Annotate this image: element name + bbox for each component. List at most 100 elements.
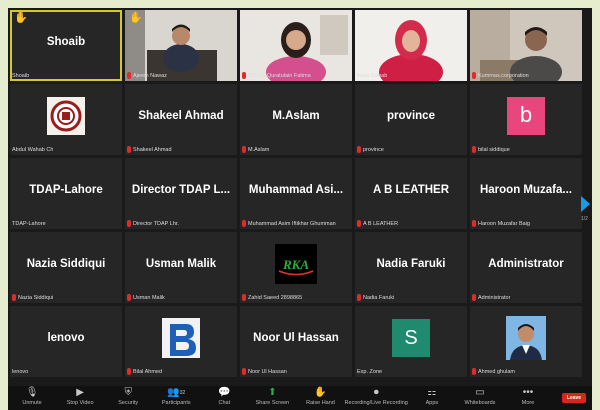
page-indicator: 1/2	[581, 216, 588, 222]
microphone-icon: 🎙	[25, 387, 39, 398]
participant-name: Noor Ul Hassan	[248, 368, 287, 375]
participant-tile[interactable]: Nadia Faruki Nadia Faruki	[355, 232, 467, 303]
participant-name-label: province	[357, 146, 384, 153]
participant-name: TDAP-Lahore	[12, 221, 46, 227]
participant-name: Shoaib	[12, 73, 30, 79]
muted-mic-icon	[127, 294, 131, 301]
unmute-button[interactable]: 🎙 Unmute	[8, 386, 56, 410]
participant-display-name: Shoaib	[46, 36, 86, 48]
participant-tile[interactable]: RKA Zahid Saeed 2898865	[240, 232, 352, 303]
participant-tile[interactable]: Nazia Siddiqui Nazia Siddiqui	[10, 232, 122, 303]
participant-tile[interactable]: S Exp. Zone	[355, 306, 467, 377]
participant-tile[interactable]: Administrator Administrator	[470, 232, 582, 303]
participant-name-label: Noor Ul Hassan	[242, 368, 287, 375]
participant-tile[interactable]: Director TDAP L... Director TDAP Lhr.	[125, 158, 237, 229]
participant-tile[interactable]: Ahmed ghulam	[470, 306, 582, 377]
muted-mic-icon	[12, 294, 16, 301]
muted-mic-icon	[472, 72, 476, 79]
raised-hand-icon: ✋	[14, 12, 28, 24]
more-button[interactable]: ••• More	[504, 386, 552, 410]
participant-name-label: Nadia Faruki	[357, 294, 394, 301]
participant-tile[interactable]: M.Aslam M.Aslam	[240, 84, 352, 155]
participant-tile[interactable]: A B LEATHER A B LEATHER	[355, 158, 467, 229]
muted-mic-icon	[472, 220, 476, 227]
stop-video-button[interactable]: ▶ Stop Video	[56, 386, 104, 410]
leave-button[interactable]: Leave	[562, 393, 586, 403]
muted-mic-icon	[242, 294, 246, 301]
participant-display-name: A B LEATHER	[372, 184, 450, 196]
participant-name-label: Zahid Saeed 2898865	[242, 294, 302, 301]
participant-name-label: Ajeem Nawaz	[127, 72, 167, 79]
participant-tile[interactable]: Abdul Wahab Ch	[10, 84, 122, 155]
participant-name: Ajeem Nawaz	[133, 72, 167, 79]
raised-hand-icon: ✋	[129, 12, 143, 24]
participant-tile[interactable]: lenovo lenovo	[10, 306, 122, 377]
participant-tile[interactable]: Muhammad Asi... Muhammad Asim Iftikhar G…	[240, 158, 352, 229]
participant-name-label: bilal siddique	[472, 146, 510, 153]
next-page-button[interactable]: 1/2	[581, 194, 592, 234]
participant-name: Kummas.corporation	[478, 72, 529, 79]
participant-count: 32	[179, 390, 186, 396]
muted-mic-icon	[127, 368, 131, 375]
participant-tile[interactable]: b bilal siddique	[470, 84, 582, 155]
participant-name-label: lenovo	[12, 369, 28, 375]
participant-tile[interactable]: Haroon Muzafa... Haroon Muzafar Baig	[470, 158, 582, 229]
participant-name: bilal siddique	[478, 146, 510, 153]
participant-tile[interactable]: TDAP-Lahore TDAP-Lahore	[10, 158, 122, 229]
toolbar-label: Raise Hand	[306, 400, 335, 406]
participant-tile[interactable]: ✋ Shoaib Shoaib	[10, 10, 122, 81]
participant-name-label: Haroon Muzafar Baig	[472, 220, 530, 227]
muted-mic-icon	[242, 72, 246, 79]
participant-tile[interactable]: province province	[355, 84, 467, 155]
chat-icon: 💬	[218, 387, 231, 398]
whiteboards-button[interactable]: ▭ Whiteboards	[456, 386, 504, 410]
participant-video	[355, 10, 467, 81]
participants-button[interactable]: 👥32 Participants	[152, 386, 200, 410]
participant-display-name: lenovo	[47, 332, 85, 344]
participant-display-name: TDAP-Lahore	[29, 184, 103, 196]
security-button[interactable]: ⛨ Security	[104, 386, 152, 410]
share-screen-icon: ⬆	[268, 387, 277, 398]
toolbar-label: Apps	[425, 400, 439, 406]
muted-mic-icon	[472, 368, 476, 375]
participant-tile[interactable]: Shakeel Ahmad Shakeel Ahmad	[125, 84, 237, 155]
raise-hand-button[interactable]: ✋ Raise Hand	[296, 386, 344, 410]
toolbar-label: Recording/Live Recording	[344, 400, 408, 406]
chat-button[interactable]: 💬 Chat	[200, 386, 248, 410]
chevron-right-icon	[581, 196, 590, 212]
participant-name: Ahmed ghulam	[478, 368, 515, 375]
participant-display-name: Haroon Muzafa...	[479, 184, 572, 196]
participant-name-label: Director TDAP Lhr.	[127, 220, 179, 227]
participant-tile[interactable]: Usman Malik Usman Malik	[125, 232, 237, 303]
participant-name: M.Aslam	[248, 146, 270, 153]
participant-name-label: Shakeel Ahmad	[127, 146, 172, 153]
participant-name: Nadia Faruki	[363, 294, 395, 301]
participant-name: TIC LA-Quratulain Fatima	[248, 72, 311, 79]
participant-tile[interactable]: Bilal Ahmed	[125, 306, 237, 377]
toolbar-label: Share Screen	[255, 400, 290, 406]
participant-name-label: Kummas.corporation	[472, 72, 529, 79]
toolbar-label: Chat	[218, 400, 231, 406]
participant-tile[interactable]: TIC LA-Quratulain Fatima	[240, 10, 352, 81]
apps-button[interactable]: ⚏ Apps	[408, 386, 456, 410]
muted-mic-icon	[127, 72, 131, 79]
participant-display-name: Director TDAP L...	[131, 184, 231, 196]
toolbar-label: Stop Video	[66, 400, 94, 406]
participant-tile[interactable]: Noor Ul Hassan Noor Ul Hassan	[240, 306, 352, 377]
shield-icon: ⛨	[124, 387, 132, 398]
participant-name-label: Muhammad Asim Iftikhar Ghumman	[242, 220, 336, 227]
recording-button[interactable]: ⏺ Recording/Live Recording	[345, 386, 408, 410]
participant-tile[interactable]: Kummas.corporation	[470, 10, 582, 81]
avatar: S	[392, 318, 430, 357]
participant-tile[interactable]: faiqa Zainab	[355, 10, 467, 81]
toolbar-label: Security	[118, 400, 139, 406]
participant-display-name: M.Aslam	[272, 110, 320, 122]
participant-tile[interactable]: ✋ Ajeem Nawaz	[125, 10, 237, 81]
screenshot-frame: ✋ Shoaib Shoaib ✋ Ajeem Nawaz TIC LA-Qur…	[0, 0, 600, 410]
muted-mic-icon	[242, 220, 246, 227]
meeting-window: ✋ Shoaib Shoaib ✋ Ajeem Nawaz TIC LA-Qur…	[8, 8, 592, 410]
participant-name: lenovo	[12, 369, 29, 375]
participant-name: Haroon Muzafar Baig	[478, 220, 530, 227]
share-screen-button[interactable]: ⬆ Share Screen	[248, 386, 296, 410]
hand-icon: ✋	[314, 387, 327, 398]
